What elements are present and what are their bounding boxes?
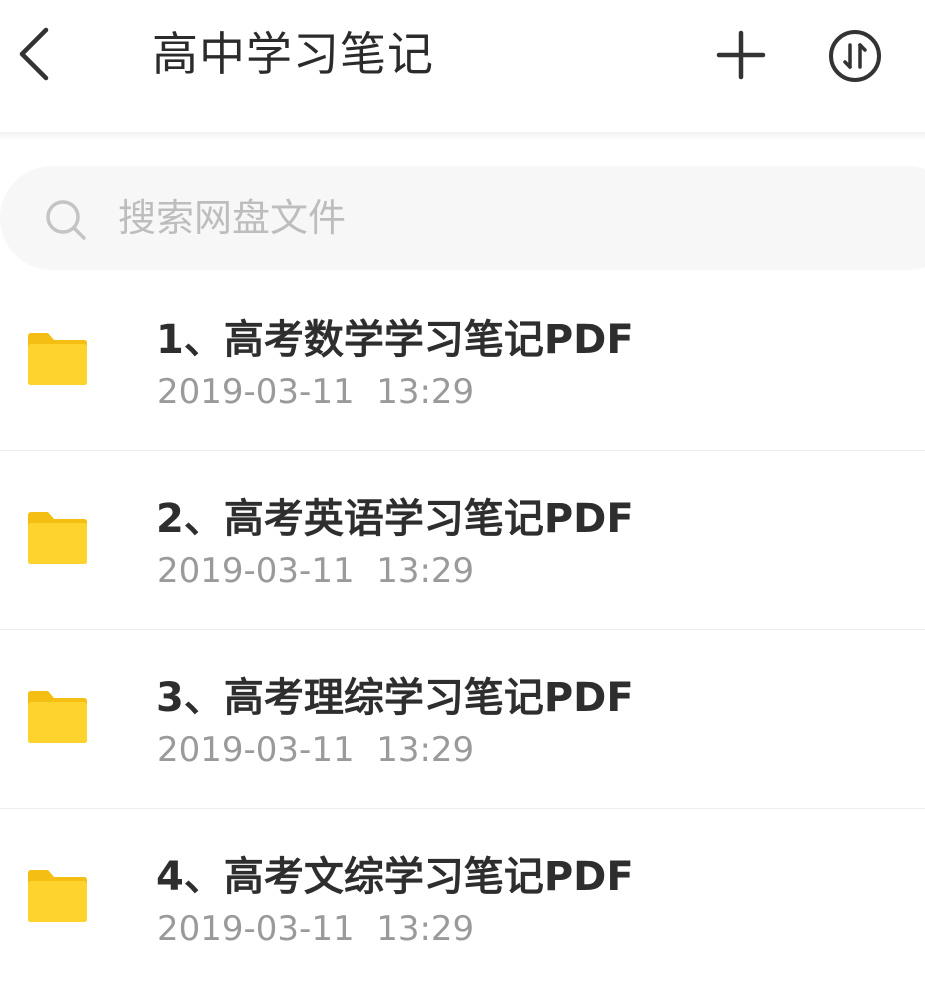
back-button[interactable] (14, 24, 58, 84)
folder-icon (28, 870, 87, 922)
folder-date: 2019-03-11 13:29 (157, 551, 475, 591)
list-item[interactable]: 2、高考英语学习笔记PDF 2019-03-11 13:29 (0, 451, 925, 630)
plus-icon (716, 30, 766, 80)
list-item[interactable]: 4、高考文综学习笔记PDF 2019-03-11 13:29 (0, 809, 925, 987)
list-item[interactable]: 3、高考理综学习笔记PDF 2019-03-11 13:29 (0, 630, 925, 809)
search-icon (46, 200, 86, 240)
chevron-left-icon (19, 27, 49, 81)
folder-date: 2019-03-11 13:29 (157, 909, 475, 949)
folder-icon (28, 691, 87, 743)
search-input[interactable]: 搜索网盘文件 (118, 192, 346, 244)
add-button[interactable] (716, 30, 766, 80)
folder-icon (28, 512, 87, 564)
folder-list: 1、高考数学学习笔记PDF 2019-03-11 13:29 2、高考英语学习笔… (0, 272, 925, 987)
folder-name: 1、高考数学学习笔记PDF (156, 317, 634, 363)
app-header: 高中学习笔记 (0, 0, 925, 132)
folder-date: 2019-03-11 13:29 (157, 730, 475, 770)
sort-button[interactable] (827, 28, 883, 84)
header-divider (0, 132, 925, 140)
folder-name: 2、高考英语学习笔记PDF (156, 496, 634, 542)
folder-name: 4、高考文综学习笔记PDF (156, 854, 634, 900)
folder-date: 2019-03-11 13:29 (157, 372, 475, 412)
search-bar[interactable]: 搜索网盘文件 (0, 166, 925, 270)
sort-icon (829, 30, 881, 82)
page-title: 高中学习笔记 (152, 27, 434, 81)
folder-icon (28, 333, 87, 385)
list-item[interactable]: 1、高考数学学习笔记PDF 2019-03-11 13:29 (0, 272, 925, 451)
folder-name: 3、高考理综学习笔记PDF (156, 675, 634, 721)
